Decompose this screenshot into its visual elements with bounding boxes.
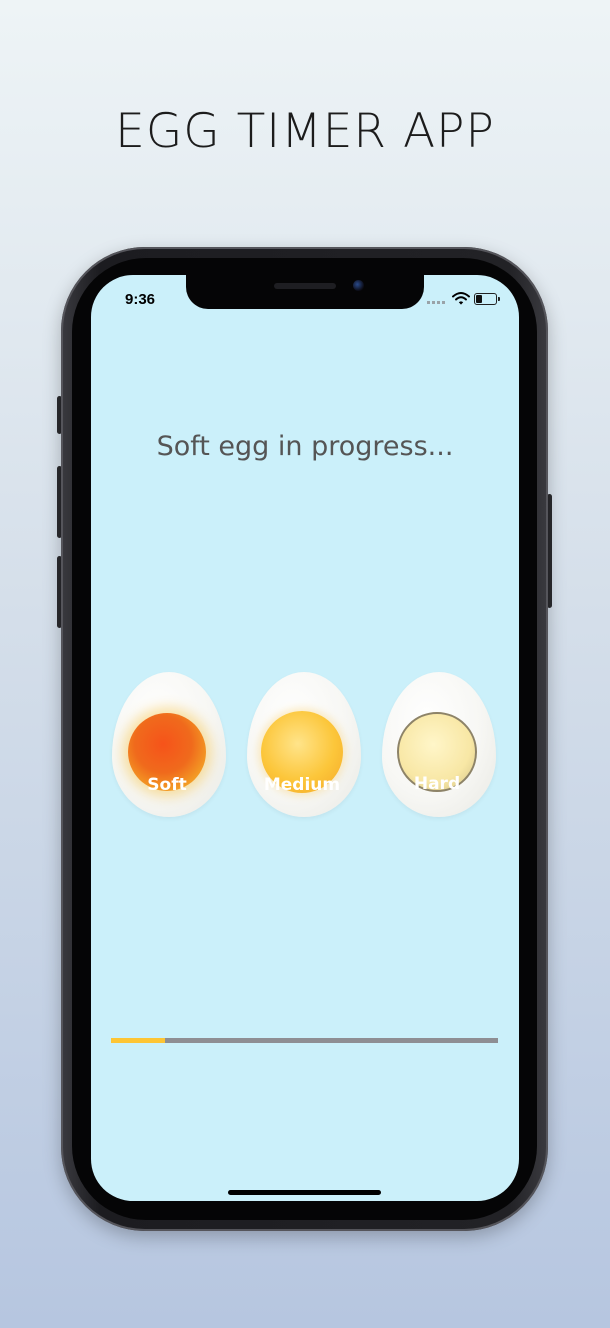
camera-icon (353, 280, 364, 291)
wifi-icon (452, 292, 470, 305)
cooking-progress-bar (111, 1038, 498, 1043)
hard-egg-label: Hard (413, 774, 461, 794)
promo-title: EGG TIMER APP (115, 104, 495, 159)
medium-egg-button[interactable]: Medium (247, 672, 361, 817)
speaker-grille (274, 283, 336, 289)
status-icons (427, 292, 501, 306)
home-indicator[interactable] (228, 1190, 381, 1195)
hard-yolk-icon: Hard (397, 712, 477, 794)
medium-egg-label: Medium (263, 775, 341, 795)
soft-egg-label: Soft (147, 775, 187, 795)
medium-yolk-icon: Medium (261, 711, 343, 795)
egg-status-text: Soft egg in progress... (156, 431, 454, 462)
battery-icon (474, 293, 500, 305)
signal-icon (427, 301, 447, 304)
app-screen: 9:36 Soft egg in progress... Soft Medium… (91, 275, 519, 1201)
progress-fill (111, 1038, 166, 1043)
status-time: 9:36 (125, 291, 156, 308)
notch (186, 275, 424, 309)
soft-yolk-icon: Soft (128, 713, 206, 795)
hard-egg-button[interactable]: Hard (382, 672, 496, 817)
battery-level (476, 295, 482, 303)
soft-egg-button[interactable]: Soft (112, 672, 226, 817)
